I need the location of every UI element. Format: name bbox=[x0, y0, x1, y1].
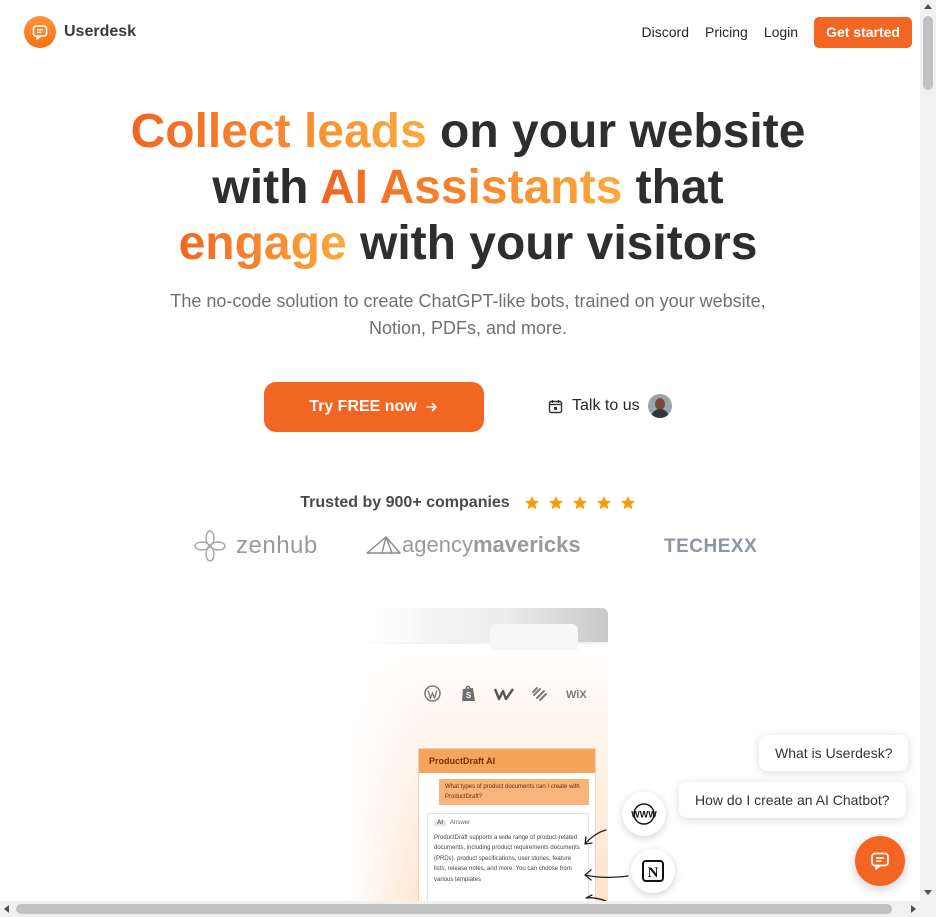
headline-line-3: engage with your visitors bbox=[40, 216, 896, 272]
headline-line-1: Collect leads on your website bbox=[40, 104, 896, 160]
avatar bbox=[647, 394, 672, 418]
screenshot-fade bbox=[348, 608, 428, 908]
vertical-scrollbar[interactable] bbox=[920, 0, 936, 901]
headline-accent-collect-leads: Collect leads bbox=[130, 105, 427, 158]
try-free-button[interactable]: Try FREE now bbox=[264, 382, 484, 432]
shopify-icon: S bbox=[458, 684, 478, 706]
notion-source-icon: N bbox=[631, 849, 675, 893]
www-label: WWW bbox=[631, 810, 657, 820]
answer-label: Answer bbox=[450, 820, 471, 826]
chat-answer: AI Answer ProductDraft supports a wide ra… bbox=[427, 813, 589, 908]
vertical-scroll-thumb[interactable] bbox=[923, 16, 933, 90]
zenhub-mark-icon bbox=[194, 530, 226, 562]
get-started-button[interactable]: Get started bbox=[814, 16, 912, 48]
headline-text: on your website bbox=[426, 105, 806, 158]
browser-tab bbox=[490, 624, 578, 650]
zenhub-wordmark: zenhub bbox=[236, 532, 318, 559]
scroll-left-arrow-icon[interactable] bbox=[4, 905, 9, 913]
nav-link-pricing[interactable]: Pricing bbox=[705, 16, 748, 48]
arrow-right-icon bbox=[425, 402, 437, 412]
ai-tag: AI bbox=[434, 820, 446, 826]
arrow-icon bbox=[584, 869, 629, 881]
product-screenshot: S WiX ProductDraft AI What types of prod… bbox=[348, 608, 608, 908]
platform-icons: S WiX bbox=[422, 684, 602, 706]
trust-row: Trusted by 900+ companies bbox=[0, 494, 936, 512]
star-icon bbox=[620, 496, 635, 510]
chat-bubble-icon bbox=[24, 16, 56, 48]
agency-wordmark-bold: mavericks bbox=[472, 532, 581, 557]
hero-headline: Collect leads on your website with AI As… bbox=[40, 104, 896, 272]
top-navigation: Userdesk Discord Pricing Login Get start… bbox=[0, 0, 920, 64]
techexx-logo: TECHEXX bbox=[664, 536, 758, 557]
scroll-right-arrow-icon[interactable] bbox=[911, 905, 916, 913]
brand-logo[interactable]: Userdesk bbox=[24, 16, 136, 48]
website-source-icon: WWW bbox=[622, 792, 666, 836]
scroll-up-arrow-icon[interactable] bbox=[924, 4, 932, 9]
hero-subtitle: The no-code solution to create ChatGPT-l… bbox=[170, 291, 766, 338]
chat-suggestion-what-is-userdesk[interactable]: What is Userdesk? bbox=[759, 735, 909, 771]
customer-logos: zenhub agency mavericks TECHEXX bbox=[194, 528, 758, 564]
star-icon bbox=[596, 496, 611, 510]
headline-text: with your visitors bbox=[346, 217, 758, 270]
agency-mavericks-logo: agency mavericks bbox=[366, 532, 581, 558]
chat-bubble-icon bbox=[871, 852, 889, 870]
try-free-label: Try FREE now bbox=[309, 398, 417, 415]
scroll-down-arrow-icon[interactable] bbox=[924, 890, 932, 895]
headline-accent-ai-assistants: AI Assistants bbox=[319, 161, 623, 214]
answer-text: ProductDraft supports a wide range of pr… bbox=[434, 834, 580, 883]
horizontal-scroll-thumb[interactable] bbox=[16, 904, 892, 914]
nav-link-discord[interactable]: Discord bbox=[642, 16, 689, 48]
chat-question: What types of product documents can I cr… bbox=[439, 779, 589, 805]
wix-logo: WiX bbox=[566, 689, 587, 701]
nav-link-login[interactable]: Login bbox=[764, 16, 798, 48]
brand-name: Userdesk bbox=[64, 23, 137, 40]
headline-line-2: with AI Assistants that bbox=[40, 160, 896, 216]
headline-accent-engage: engage bbox=[178, 217, 347, 270]
chat-title: ProductDraft AI bbox=[419, 749, 595, 773]
headline-text: with bbox=[212, 161, 320, 214]
talk-to-us-button[interactable]: Talk to us bbox=[548, 392, 672, 420]
trust-text: Trusted by 900+ companies bbox=[300, 494, 510, 511]
svg-text:S: S bbox=[465, 691, 471, 700]
chat-preview: ProductDraft AI What types of product do… bbox=[418, 748, 596, 908]
paper-plane-icon bbox=[366, 536, 401, 554]
squarespace-icon bbox=[530, 686, 550, 705]
arrow-icon bbox=[584, 829, 607, 845]
notion-label: N bbox=[648, 865, 659, 881]
chat-launcher-button[interactable] bbox=[855, 836, 905, 886]
horizontal-scrollbar[interactable] bbox=[0, 901, 936, 917]
nav-links: Discord Pricing Login Get started bbox=[642, 16, 912, 48]
talk-to-us-label: Talk to us bbox=[572, 397, 640, 414]
chat-suggestion-create-chatbot[interactable]: How do I create an AI Chatbot? bbox=[679, 782, 906, 818]
headline-text: that bbox=[622, 161, 724, 214]
webflow-icon bbox=[493, 687, 514, 704]
star-icon bbox=[524, 496, 539, 510]
star-icon bbox=[572, 496, 587, 510]
wordpress-icon bbox=[422, 685, 442, 705]
zenhub-logo: zenhub bbox=[194, 530, 318, 562]
star-icon bbox=[548, 496, 563, 510]
calendar-icon bbox=[548, 399, 563, 413]
answer-header: AI Answer bbox=[434, 818, 582, 829]
agency-wordmark-light: agency bbox=[402, 532, 473, 557]
